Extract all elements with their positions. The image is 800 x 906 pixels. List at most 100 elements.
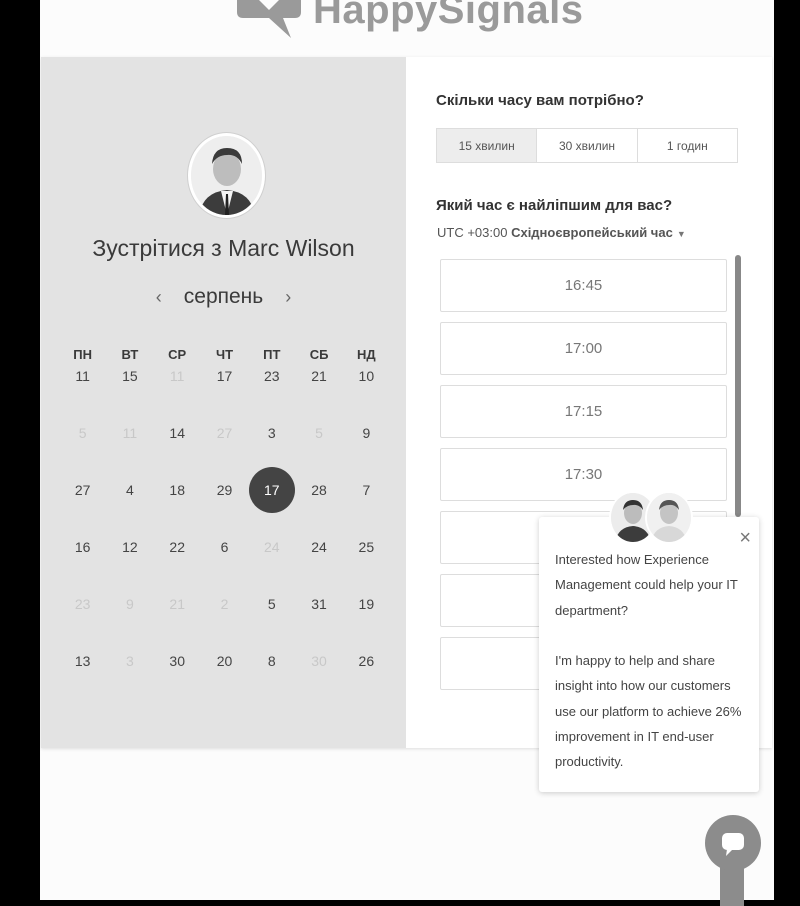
calendar-day[interactable]: 28 (295, 467, 342, 513)
calendar-day[interactable]: 16 (59, 524, 106, 570)
duration-option-30[interactable]: 30 хвилин (537, 129, 638, 162)
calendar-day[interactable]: 13 (59, 638, 106, 684)
calendar-day-number: 24 (263, 539, 280, 555)
calendar-day-number: 14 (169, 425, 185, 441)
calendar-day[interactable]: 4 (106, 467, 153, 513)
calendar-day-number: 29 (216, 482, 233, 498)
chevron-left-icon[interactable]: ‹ (152, 287, 166, 308)
calendar-day-number: 28 (311, 482, 327, 498)
calendar-day-number: 5 (267, 596, 276, 612)
chat-popup: × Interested how Experience Management c… (539, 517, 759, 792)
brand-logo[interactable]: HappySignals (233, 0, 584, 40)
calendar-day: 27 (201, 410, 248, 456)
calendar-day[interactable]: 5 (248, 581, 295, 627)
chat-agent-avatars (609, 491, 693, 544)
calendar-day[interactable]: 6 (201, 524, 248, 570)
calendar-week-row: 5 11 14 27 3 5 9 (59, 410, 390, 456)
calendar-day-number: 11 (169, 368, 185, 384)
calendar-day[interactable]: 21 (295, 353, 342, 399)
host-name: Marc Wilson (228, 235, 355, 261)
timezone-offset: UTC +03:00 (437, 225, 508, 240)
calendar-day: 24 (248, 524, 295, 570)
calendar-day[interactable]: 19 (343, 581, 390, 627)
timezone-name: Східноєвропейський час (511, 225, 673, 240)
calendar-day[interactable]: 18 (154, 467, 201, 513)
calendar-day[interactable]: 9 (343, 410, 390, 456)
calendar-day-number: 4 (126, 482, 134, 498)
calendar-day[interactable]: 25 (343, 524, 390, 570)
calendar-day[interactable]: 10 (343, 353, 390, 399)
duration-question: Скільки часу вам потрібно? (436, 92, 644, 109)
meeting-title-prefix: Зустрітися з (92, 235, 222, 261)
calendar-day[interactable]: 27 (59, 467, 106, 513)
calendar-day[interactable]: 7 (343, 467, 390, 513)
calendar-day[interactable]: 15 (106, 353, 153, 399)
duration-option-60[interactable]: 1 годин (638, 129, 737, 162)
calendar-day-number: 30 (169, 653, 185, 669)
host-avatar (188, 133, 265, 218)
calendar-week-row: 27 4 18 29 17 28 7 (59, 467, 390, 513)
calendar-day-number: 15 (122, 368, 138, 384)
calendar-day[interactable]: 17 (201, 353, 248, 399)
timezone-selector[interactable]: UTC +03:00 Східноєвропейський час ▼ (437, 225, 686, 240)
calendar-day-number: 3 (267, 425, 276, 441)
month-label: серпень (183, 285, 264, 308)
calendar-day[interactable]: 11 (59, 353, 106, 399)
calendar-day[interactable]: 23 (248, 353, 295, 399)
calendar-day: 11 (154, 353, 201, 399)
calendar-day-number: 12 (122, 539, 138, 555)
chat-bubble-icon[interactable] (705, 815, 761, 871)
calendar-day: 23 (59, 581, 106, 627)
chat-launcher-stem (720, 866, 744, 906)
calendar-day: 21 (154, 581, 201, 627)
calendar-day: 5 (59, 410, 106, 456)
calendar-day[interactable]: 14 (154, 410, 201, 456)
calendar-day[interactable]: 12 (106, 524, 153, 570)
calendar-day-number: 7 (362, 482, 371, 498)
calendar-day-number: 9 (126, 596, 134, 612)
calendar-day-number: 10 (358, 368, 375, 384)
calendar-day-number: 22 (169, 539, 185, 555)
calendar-week-row: 13 3 30 20 8 30 26 (59, 638, 390, 684)
close-icon[interactable]: × (739, 528, 751, 548)
calendar-day[interactable]: 3 (248, 410, 295, 456)
calendar-day-number: 26 (358, 653, 375, 669)
month-navigation: ‹ серпень › (41, 285, 406, 309)
calendar-day[interactable]: 29 (201, 467, 248, 513)
calendar-day-number: 2 (220, 596, 229, 612)
chevron-right-icon[interactable]: › (281, 287, 295, 308)
calendar-day-number: 11 (122, 425, 138, 441)
calendar-week-row: 16 12 22 6 24 24 25 (59, 524, 390, 570)
calendar-day[interactable]: 8 (248, 638, 295, 684)
time-slot[interactable]: 17:00 (440, 322, 727, 375)
calendar-day-number: 17 (216, 368, 233, 384)
caret-down-icon: ▼ (676, 229, 686, 239)
speech-heart-logo-icon (233, 0, 305, 40)
calendar-day[interactable]: 22 (154, 524, 201, 570)
calendar-day-number: 20 (216, 653, 233, 669)
calendar-day-number: 23 (74, 596, 91, 612)
time-slot-scrollbar[interactable] (735, 255, 741, 517)
calendar-day-number: 25 (358, 539, 375, 555)
duration-option-15[interactable]: 15 хвилин (437, 129, 538, 162)
time-slot[interactable]: 16:45 (440, 259, 727, 312)
calendar-day-selected[interactable]: 17 (248, 467, 295, 513)
calendar-day-number: 18 (169, 482, 185, 498)
calendar-day[interactable]: 30 (154, 638, 201, 684)
calendar-day-number: 17 (248, 467, 295, 513)
time-slot[interactable]: 17:15 (440, 385, 727, 438)
calendar-day[interactable]: 26 (343, 638, 390, 684)
calendar-day[interactable]: 31 (295, 581, 342, 627)
calendar-day-number: 9 (362, 425, 371, 441)
calendar-day-number: 5 (78, 425, 87, 441)
calendar-day-number: 21 (311, 368, 327, 384)
calendar-day-number: 27 (74, 482, 91, 498)
calendar-day: 11 (106, 410, 153, 456)
chat-message: Interested how Experience Management cou… (555, 552, 742, 770)
calendar-day-number: 13 (74, 653, 91, 669)
calendar-day-number: 19 (358, 596, 375, 612)
duration-selector: 15 хвилин 30 хвилин 1 годин (436, 128, 738, 163)
calendar-day[interactable]: 24 (295, 524, 342, 570)
calendar-day-number: 27 (216, 425, 233, 441)
calendar-day[interactable]: 20 (201, 638, 248, 684)
